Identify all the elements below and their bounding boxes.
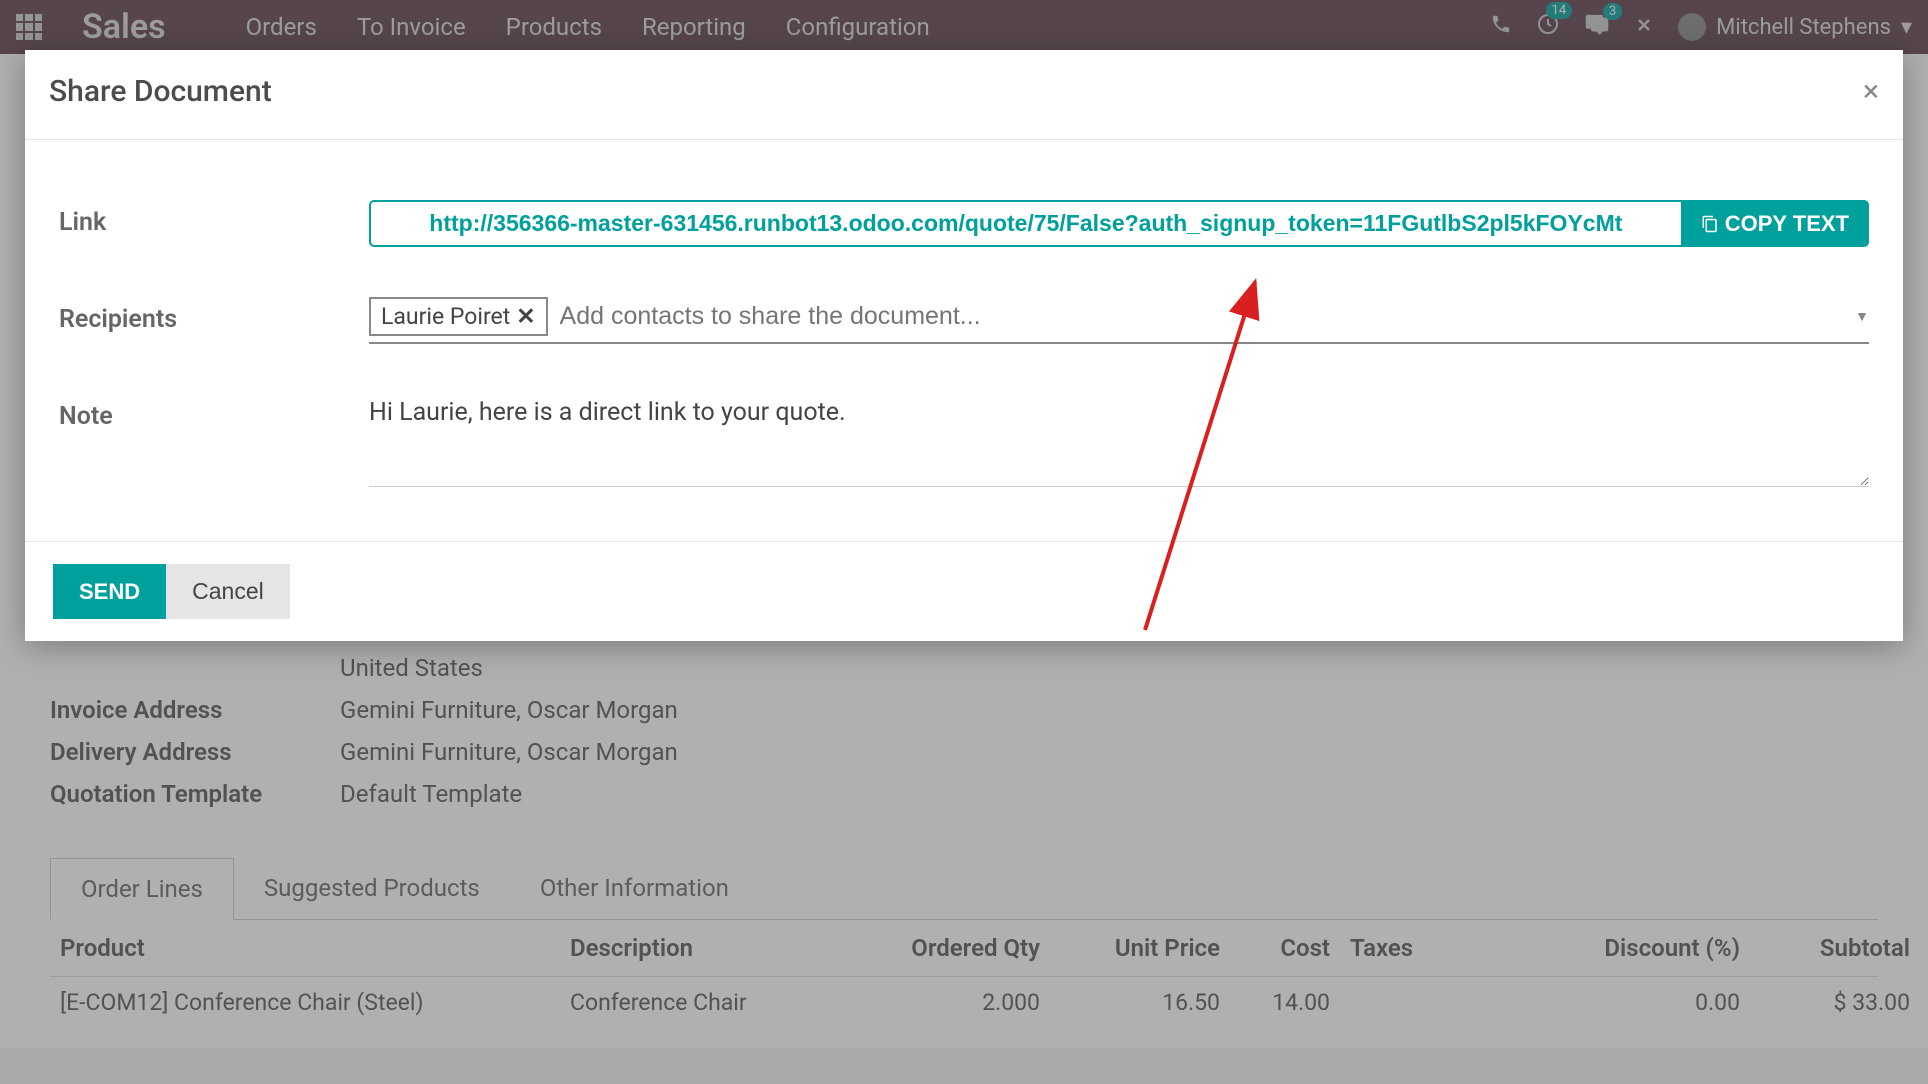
recipients-input[interactable] — [556, 298, 1848, 335]
recipient-tag: Laurie Poiret ✕ — [369, 297, 548, 336]
copy-text-button[interactable]: COPY TEXT — [1681, 200, 1869, 247]
note-label: Note — [59, 394, 369, 431]
recipients-label: Recipients — [59, 297, 369, 334]
modal-header: Share Document × — [25, 50, 1903, 140]
link-label: Link — [59, 200, 369, 237]
modal-footer: SEND Cancel — [25, 541, 1903, 641]
close-icon[interactable]: × — [1863, 74, 1879, 109]
recipient-name: Laurie Poiret — [381, 303, 510, 330]
note-textarea[interactable] — [369, 394, 1869, 487]
copy-icon — [1701, 214, 1719, 234]
modal-title: Share Document — [49, 74, 272, 109]
cancel-button[interactable]: Cancel — [166, 564, 290, 619]
recipients-field[interactable]: Laurie Poiret ✕ ▼ — [369, 297, 1869, 344]
send-button[interactable]: SEND — [53, 564, 166, 619]
copy-label: COPY TEXT — [1725, 211, 1849, 237]
remove-recipient-icon[interactable]: ✕ — [516, 303, 535, 330]
share-document-modal: Share Document × Link COPY TEXT Recipien… — [25, 50, 1903, 641]
chevron-down-icon[interactable]: ▼ — [1855, 308, 1869, 325]
share-link-input[interactable] — [369, 200, 1681, 247]
modal-body: Link COPY TEXT Recipients Laurie Poiret … — [25, 140, 1903, 541]
